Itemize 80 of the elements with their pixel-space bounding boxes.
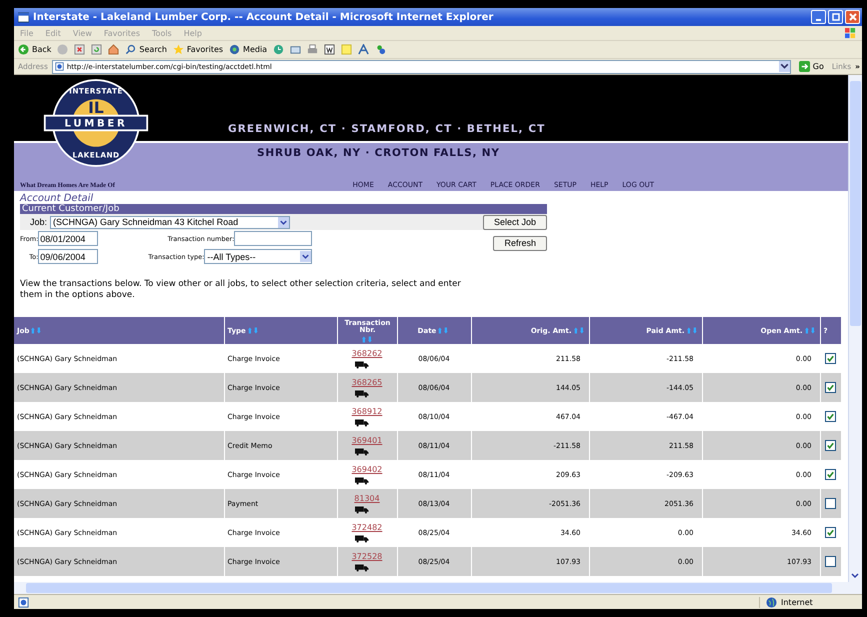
truck-icon[interactable] (354, 564, 368, 572)
search-button[interactable]: Search (125, 44, 167, 55)
caret-icon[interactable] (778, 61, 790, 72)
truck-icon[interactable] (354, 476, 368, 484)
truck-icon[interactable] (354, 534, 368, 542)
locations-subheading: SHRUB OAK, NY · CROTON FALLS, NY (257, 147, 500, 159)
messenger-icon[interactable] (375, 44, 386, 55)
go-button[interactable]: Go (794, 61, 828, 72)
history-icon[interactable] (273, 44, 284, 55)
truck-icon[interactable] (354, 390, 368, 398)
checkmark-icon (826, 383, 835, 392)
checkmark-icon (826, 412, 835, 421)
security-zone: Internet (781, 598, 813, 606)
truck-icon[interactable] (354, 360, 368, 368)
checkmark-icon (826, 528, 835, 537)
transaction-link[interactable]: 369402 (352, 464, 382, 474)
truck-icon[interactable] (354, 506, 368, 514)
horizontal-scrollbar[interactable] (14, 582, 862, 594)
page-title: Account Detail (20, 193, 94, 204)
maximize-icon (830, 12, 840, 22)
window-title: Interstate - Lakeland Lumber Corp. -- Account Detail - Microsoft Internet Explorer (33, 12, 494, 22)
job-label: Job: (30, 217, 48, 227)
media-button[interactable]: Media (229, 44, 268, 55)
transaction-number-field[interactable] (234, 231, 312, 246)
stop-icon[interactable] (74, 44, 86, 55)
transaction-type-select[interactable]: --All Types-- (204, 249, 312, 264)
windows-flag-icon (845, 28, 856, 38)
select-job-button[interactable]: Select Job (482, 214, 547, 230)
row-checkbox[interactable] (825, 440, 836, 451)
row-checkbox[interactable] (825, 353, 836, 364)
font-icon[interactable] (358, 44, 370, 55)
home-icon[interactable] (108, 44, 120, 55)
refresh-button[interactable]: Refresh (493, 236, 547, 250)
row-checkbox[interactable] (825, 411, 836, 422)
refresh-icon[interactable] (91, 44, 102, 55)
printer-icon[interactable] (307, 44, 318, 55)
row-checkbox[interactable] (825, 556, 836, 567)
back-arrow-icon (18, 44, 29, 55)
to-date-field[interactable]: 09/06/2004 (38, 249, 98, 264)
search-icon (125, 44, 136, 55)
job-select[interactable]: (SCHNGA) Gary Schneidman 43 Kitchel Road (50, 216, 290, 228)
media-icon (229, 44, 240, 55)
transaction-link[interactable]: 81304 (354, 494, 380, 502)
transaction-link[interactable]: 372482 (352, 522, 382, 532)
mail-icon[interactable] (290, 44, 302, 55)
minimize-button[interactable] (811, 10, 826, 24)
truck-icon[interactable] (354, 418, 368, 426)
instructions-text: View the transactions below. To view other or all jobs, to select other selection criteria, select and enter them in the options above. (20, 279, 462, 301)
row-checkbox[interactable] (825, 382, 836, 393)
transaction-link[interactable]: 368265 (352, 378, 382, 386)
star-icon (172, 44, 184, 55)
transaction-link[interactable]: 368912 (352, 406, 382, 416)
go-arrow-icon (798, 61, 810, 72)
transaction-link[interactable]: 369401 (352, 436, 382, 444)
row-checkbox[interactable] (825, 498, 836, 509)
transaction-link[interactable]: 372528 (352, 552, 382, 560)
page-icon (54, 62, 64, 71)
maximize-button[interactable] (828, 10, 843, 24)
caret-icon[interactable] (278, 216, 290, 228)
browser-icon (18, 12, 29, 22)
caret-icon[interactable] (300, 251, 312, 262)
locations-heading: GREENWICH, CT · STAMFORD, CT · BETHEL, CT (228, 123, 546, 135)
checkmark-icon (826, 470, 835, 479)
transaction-link[interactable]: 368262 (352, 348, 382, 358)
page-icon (18, 596, 29, 608)
close-button[interactable] (845, 10, 860, 24)
row-checkbox[interactable] (825, 527, 836, 538)
checkmark-icon (826, 441, 835, 450)
checkmark-icon (826, 354, 835, 363)
favorites-button[interactable]: Favorites (172, 44, 224, 55)
truck-icon[interactable] (354, 448, 368, 456)
word-icon[interactable] (324, 44, 336, 55)
from-date-field[interactable]: 08/01/2004 (38, 231, 98, 246)
close-icon (848, 12, 858, 22)
section-title: Current Customer/Job (20, 204, 547, 214)
vertical-scrollbar[interactable] (848, 75, 862, 582)
minimize-icon (816, 18, 821, 20)
back-button[interactable]: Back (18, 44, 52, 55)
row-checkbox[interactable] (825, 469, 836, 480)
globe-icon (766, 596, 777, 608)
